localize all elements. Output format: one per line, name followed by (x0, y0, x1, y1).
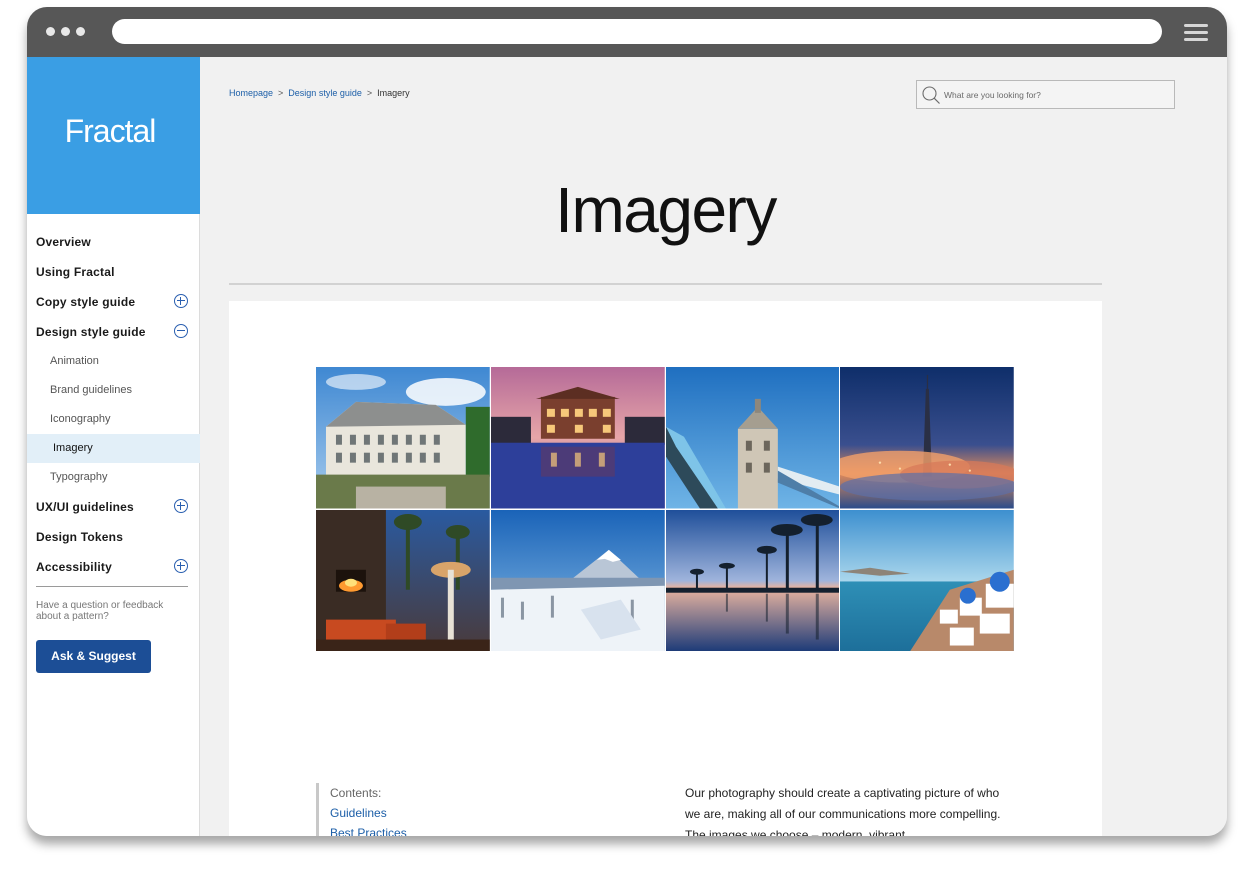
santorini-coast-photo (840, 509, 1014, 651)
search-box[interactable] (916, 80, 1175, 109)
sidebar-item-copy-style-guide[interactable]: Copy style guide (27, 287, 200, 317)
search-input[interactable] (944, 85, 1169, 104)
browser-window: Fractal Overview Using Fractal Copy styl… (27, 7, 1227, 836)
ask-suggest-button[interactable]: Ask & Suggest (36, 640, 151, 673)
sidebar-item-design-tokens[interactable]: Design Tokens (27, 522, 200, 552)
expand-plus-icon[interactable] (174, 294, 188, 308)
page-title: Imagery (555, 174, 777, 246)
breadcrumb-separator: > (366, 88, 373, 98)
sidebar-item-label: Design style guide (36, 325, 146, 339)
sidebar-item-label: Overview (36, 235, 91, 249)
sidebar-item-label: Copy style guide (36, 295, 136, 309)
main-content: Homepage > Design style guide > Imagery Imag… (200, 57, 1227, 836)
logo[interactable]: Fractal (27, 113, 193, 150)
title-divider (229, 283, 1102, 285)
sidebar-divider (36, 586, 188, 587)
breadcrumb-parent-link[interactable]: Design style guide (288, 88, 362, 98)
contents-list: Contents: Guidelines Best Practices (316, 783, 616, 836)
contents-label: Contents: (330, 786, 382, 800)
sidebar-item-label: Iconography (50, 413, 111, 425)
sidebar-subitem-iconography[interactable]: Iconography (27, 405, 200, 434)
sidebar-item-label: Accessibility (36, 560, 112, 574)
breadcrumb-home-link[interactable]: Homepage (229, 88, 273, 98)
sidebar-item-label: Design Tokens (36, 530, 124, 544)
sidebar-subitem-brand-guidelines[interactable]: Brand guidelines (27, 376, 200, 405)
search-icon[interactable] (921, 85, 941, 105)
contents-link-best-practices[interactable]: Best Practices (330, 823, 616, 836)
city-skyline-fog-photo (840, 367, 1014, 509)
sidebar-item-design-style-guide[interactable]: Design style guide (27, 317, 200, 347)
sidebar-item-label: Typography (50, 471, 108, 483)
sidebar-item-label: Using Fractal (36, 265, 115, 279)
breadcrumb-current: Imagery (377, 88, 410, 98)
sidebar-item-label: Brand guidelines (50, 384, 132, 396)
sidebar-subitem-animation[interactable]: Animation (27, 347, 200, 376)
sidebar-item-overview[interactable]: Overview (27, 227, 200, 257)
collapse-minus-icon[interactable] (174, 324, 188, 338)
fireplace-terrace-photo (316, 509, 490, 651)
breadcrumb-separator: > (278, 88, 284, 98)
content-panel: Contents: Guidelines Best Practices Our … (229, 301, 1102, 836)
sidebar-item-label: UX/UI guidelines (36, 500, 134, 514)
browser-titlebar (27, 7, 1227, 57)
sidebar-item-accessibility[interactable]: Accessibility (27, 552, 200, 582)
logo-block[interactable]: Fractal (27, 57, 200, 214)
sidebar-item-using-fractal[interactable]: Using Fractal (27, 257, 200, 287)
window-dot-icon[interactable] (76, 27, 85, 36)
sidebar-item-ux-ui-guidelines[interactable]: UX/UI guidelines (27, 492, 200, 522)
sidebar-item-label: Imagery (53, 442, 93, 454)
contents-link-guidelines[interactable]: Guidelines (330, 803, 616, 823)
sidebar-item-label: Animation (50, 355, 99, 367)
window-controls[interactable] (46, 27, 85, 36)
window-dot-icon[interactable] (61, 27, 70, 36)
sidebar-subitem-imagery[interactable]: Imagery (27, 434, 200, 463)
address-bar[interactable] (112, 19, 1162, 44)
breadcrumb: Homepage > Design style guide > Imagery (229, 88, 410, 98)
sidebar: Fractal Overview Using Fractal Copy styl… (27, 57, 200, 836)
resort-pool-photo (490, 367, 665, 509)
window-dot-icon[interactable] (46, 27, 55, 36)
expand-plus-icon[interactable] (174, 499, 188, 513)
tower-bridge-photo (665, 367, 840, 509)
intro-paragraph: Our photography should create a captivat… (685, 786, 1001, 836)
sidebar-subitem-typography[interactable]: Typography (27, 463, 200, 492)
menu-icon[interactable] (1184, 24, 1208, 41)
sidebar-nav: Overview Using Fractal Copy style guide … (27, 227, 200, 582)
image-gallery (316, 367, 1014, 651)
expand-plus-icon[interactable] (174, 559, 188, 573)
palm-infinity-pool-photo (665, 509, 840, 651)
feedback-prompt: Have a question or feedback about a patt… (36, 600, 164, 622)
hotel-photo (316, 367, 490, 509)
snowy-mountain-photo (490, 509, 665, 651)
